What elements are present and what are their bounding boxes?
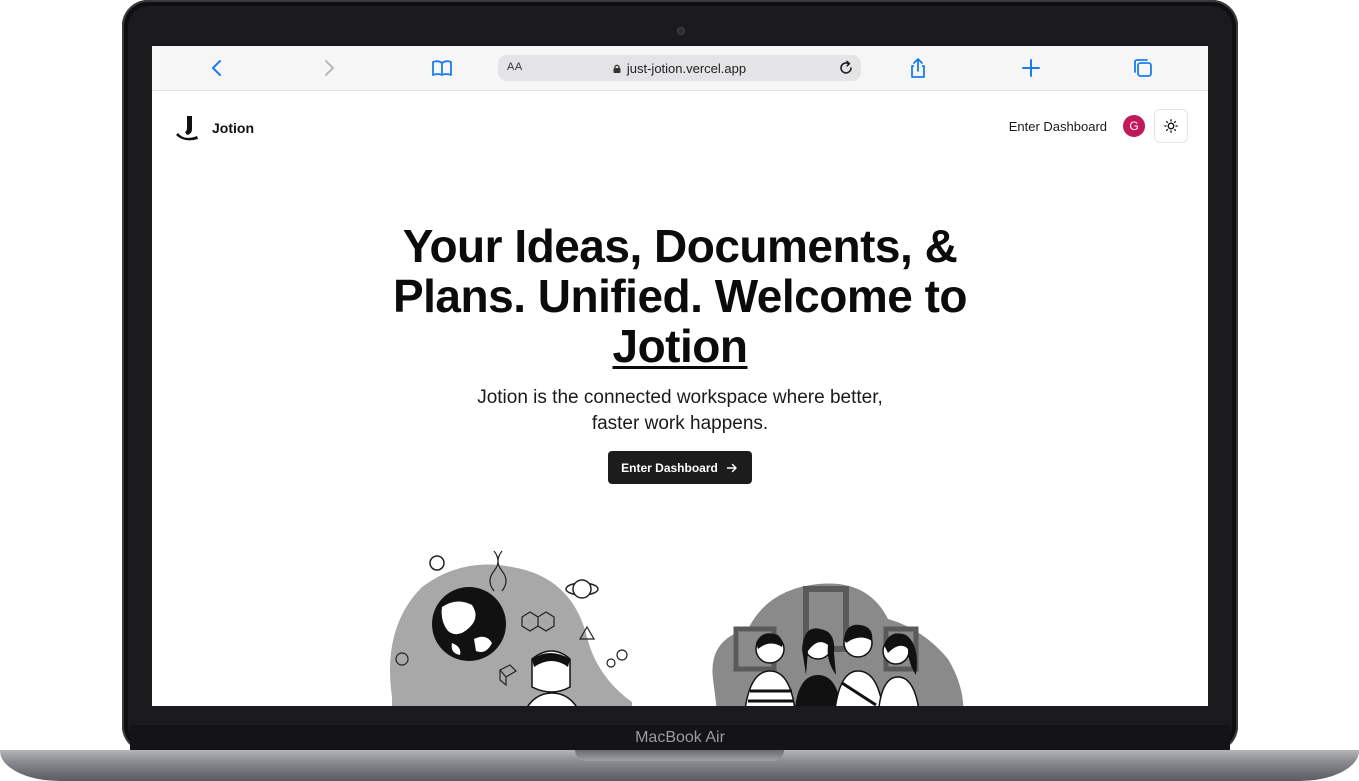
- device-label: MacBook Air: [635, 729, 725, 746]
- laptop-notch: [575, 750, 784, 761]
- page: Jotion Enter Dashboard G Your Ideas, Doc…: [152, 91, 1208, 706]
- logo-text: Jotion: [212, 120, 254, 136]
- bookmarks-icon[interactable]: [431, 57, 453, 79]
- sun-icon: [1164, 119, 1178, 133]
- new-tab-icon[interactable]: [1020, 57, 1042, 79]
- screen: AA just-jotion.vercel.app Jotion Enter D…: [152, 46, 1208, 706]
- hero-title-text: Your Ideas, Documents, & Plans. Unified.…: [392, 220, 968, 322]
- team-illustration: [712, 583, 964, 706]
- hero-subtitle: Jotion is the connected workspace where …: [477, 387, 883, 434]
- url-text: just-jotion.vercel.app: [626, 61, 747, 76]
- logo[interactable]: Jotion: [176, 115, 254, 141]
- lock-icon: [613, 64, 621, 73]
- avatar[interactable]: G: [1123, 115, 1145, 137]
- cta-label: Enter Dashboard: [621, 460, 718, 475]
- reload-icon[interactable]: [837, 59, 855, 77]
- theme-toggle-button[interactable]: [1154, 109, 1188, 143]
- enter-dashboard-button[interactable]: Enter Dashboard: [608, 451, 752, 484]
- url-display[interactable]: just-jotion.vercel.app: [498, 61, 861, 76]
- share-icon[interactable]: [907, 57, 929, 79]
- tabs-icon[interactable]: [1132, 57, 1154, 79]
- address-bar[interactable]: AA just-jotion.vercel.app: [498, 55, 861, 81]
- hero-title-brand: Jotion: [612, 320, 748, 372]
- header-nav: Enter Dashboard G: [1009, 109, 1188, 143]
- arrow-right-icon: [726, 463, 737, 472]
- jotion-logo-icon: [176, 116, 198, 141]
- reading-illustration: [390, 550, 632, 706]
- hero: Your Ideas, Documents, & Plans. Unified.…: [152, 221, 1208, 484]
- browser-toolbar: AA just-jotion.vercel.app: [152, 46, 1208, 91]
- enter-dashboard-link[interactable]: Enter Dashboard: [1009, 119, 1107, 134]
- camera: [677, 27, 685, 35]
- hero-title: Your Ideas, Documents, & Plans. Unified.…: [340, 221, 1020, 371]
- forward-icon[interactable]: [318, 57, 340, 79]
- laptop-hinge: MacBook Air: [130, 725, 1230, 753]
- back-icon[interactable]: [206, 57, 228, 79]
